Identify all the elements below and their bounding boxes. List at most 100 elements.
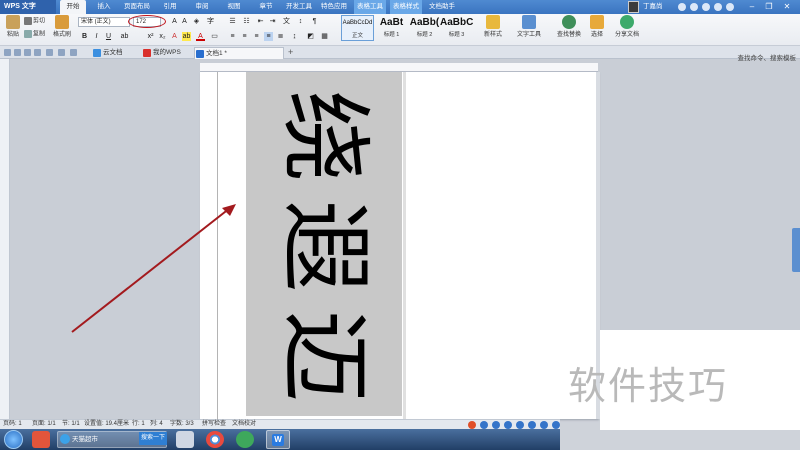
menu-page-layout[interactable]: 页面布局	[121, 0, 153, 14]
avatar[interactable]	[628, 1, 639, 13]
align-center-icon[interactable]: ≡	[240, 32, 249, 41]
bold-button[interactable]: B	[80, 32, 89, 41]
style-heading-1[interactable]: AaBt 标题 1	[375, 15, 408, 41]
menu-table-tools[interactable]: 表格工具	[354, 0, 386, 14]
chevron-down-icon[interactable]	[70, 49, 77, 56]
spell-check-toggle[interactable]: 拼写检查	[202, 420, 226, 429]
format-painter-button[interactable]: 格式刷	[50, 15, 74, 38]
menu-home[interactable]: 开始	[60, 0, 86, 14]
chrome-icon[interactable]	[206, 431, 224, 448]
italic-button[interactable]: I	[92, 32, 101, 41]
font-color-icon[interactable]: A	[196, 32, 205, 41]
status-words[interactable]: 字数: 3/3	[170, 420, 194, 429]
print-icon[interactable]	[24, 49, 31, 56]
grow-font-icon[interactable]: A	[170, 17, 179, 26]
undo-icon[interactable]	[46, 49, 53, 56]
highlight-icon[interactable]: ab	[182, 32, 191, 41]
sort-icon[interactable]: ↕	[296, 17, 305, 26]
rotated-text-frame[interactable]: 绕 遐 迈	[246, 72, 402, 416]
notification-icon[interactable]	[678, 3, 686, 11]
cursor-icon	[590, 15, 604, 29]
tab-cloud-docs[interactable]: 云文档	[92, 47, 140, 59]
menu-view[interactable]: 视图	[222, 0, 246, 14]
tab-my-wps[interactable]: 我的WPS	[142, 47, 192, 59]
close-button[interactable]: ✕	[781, 1, 793, 12]
style-heading-3[interactable]: AaBbC 标题 3	[440, 15, 473, 41]
char-border-icon[interactable]: ▭	[210, 32, 219, 41]
status-pages[interactable]: 页面: 1/1	[32, 420, 56, 429]
menu-developer[interactable]: 开发工具	[283, 0, 315, 14]
save-icon[interactable]	[14, 49, 21, 56]
search-button[interactable]: 搜索一下	[139, 432, 167, 445]
underline-button[interactable]: U	[104, 32, 113, 41]
select-button[interactable]: 选择	[586, 15, 608, 38]
menu-references[interactable]: 引用	[158, 0, 182, 14]
strikethrough-button[interactable]: ab	[120, 32, 129, 41]
minimize-button[interactable]: –	[746, 1, 758, 12]
menu-table-style[interactable]: 表格样式	[390, 0, 422, 14]
gear-icon[interactable]	[702, 3, 710, 11]
user-name[interactable]: 丁嘉尚	[643, 0, 663, 14]
app-menu-button[interactable]: WPS 文字	[0, 0, 56, 14]
app-icon[interactable]	[32, 431, 50, 448]
style-heading-2[interactable]: AaBb( 标题 2	[408, 15, 441, 41]
align-right-icon[interactable]: ≡	[252, 32, 261, 41]
menu-doc-assistant[interactable]: 文档助手	[426, 0, 458, 14]
menu-special-apps[interactable]: 特色应用	[318, 0, 350, 14]
find-replace-button[interactable]: 查找替换	[552, 15, 586, 38]
justify-icon[interactable]: ≡	[264, 32, 273, 41]
shading-icon[interactable]: ◩	[306, 32, 315, 41]
increase-indent-icon[interactable]: ⇥	[268, 17, 277, 26]
border-icon[interactable]: ▦	[320, 32, 329, 41]
wps-taskbar-item[interactable]: W	[266, 430, 290, 449]
style-normal[interactable]: AaBbCcDd 正文	[341, 15, 374, 41]
new-style-icon	[486, 15, 500, 29]
preview-icon[interactable]	[34, 49, 41, 56]
keyboard-icon[interactable]	[528, 421, 536, 429]
add-tab-button[interactable]: +	[288, 47, 293, 58]
redo-icon[interactable]	[58, 49, 65, 56]
text-effect-icon[interactable]: A	[170, 32, 179, 41]
share-doc-button[interactable]: 分享文档	[612, 15, 642, 38]
decrease-indent-icon[interactable]: ⇤	[256, 17, 265, 26]
skin-icon[interactable]	[690, 3, 698, 11]
start-button[interactable]	[4, 430, 23, 449]
clear-format-icon[interactable]: ◈	[192, 17, 201, 26]
align-left-icon[interactable]: ≡	[228, 32, 237, 41]
text-tools-button[interactable]: 文字工具	[512, 15, 546, 38]
skin-icon[interactable]	[540, 421, 548, 429]
subscript-button[interactable]: x₂	[158, 32, 167, 41]
emoji-icon[interactable]	[516, 421, 524, 429]
collapse-icon[interactable]	[726, 3, 734, 11]
menu-insert[interactable]: 插入	[92, 0, 116, 14]
new-style-button[interactable]: 新样式	[478, 15, 508, 38]
numbered-list-icon[interactable]: ☷	[242, 17, 251, 26]
punctuation-icon[interactable]	[492, 421, 500, 429]
paste-button[interactable]: 粘贴	[3, 15, 23, 38]
chinese-layout-icon[interactable]: 文	[282, 17, 291, 26]
pinyin-icon[interactable]: 字	[206, 17, 215, 26]
shrink-font-icon[interactable]: A	[180, 17, 189, 26]
line-spacing-icon[interactable]: ↨	[290, 32, 299, 41]
chinese-mode-icon[interactable]	[480, 421, 488, 429]
toolbox-icon[interactable]	[552, 421, 560, 429]
menu-review[interactable]: 审阅	[190, 0, 214, 14]
cut-button[interactable]: 剪切	[24, 17, 45, 27]
command-search-hint[interactable]: 查找命令、搜索模板	[738, 52, 797, 62]
show-marks-icon[interactable]: ¶	[310, 17, 319, 26]
help-icon[interactable]	[714, 3, 722, 11]
menu-section[interactable]: 章节	[254, 0, 278, 14]
proofread-toggle[interactable]: 文档校对	[232, 420, 256, 429]
browser-icon[interactable]	[236, 431, 254, 448]
open-icon[interactable]	[4, 49, 11, 56]
superscript-button[interactable]: x²	[146, 32, 155, 41]
app-icon[interactable]	[176, 431, 194, 448]
side-panel-toggle[interactable]	[792, 228, 800, 272]
voice-icon[interactable]	[504, 421, 512, 429]
restore-button[interactable]: ❐	[763, 1, 775, 12]
sogou-icon[interactable]	[468, 421, 476, 429]
distributed-icon[interactable]: ≣	[276, 32, 285, 41]
bullet-list-icon[interactable]: ☰	[228, 17, 237, 26]
font-name-select[interactable]: 宋体 (正文)	[78, 17, 130, 27]
copy-button[interactable]: 复制	[24, 30, 45, 40]
